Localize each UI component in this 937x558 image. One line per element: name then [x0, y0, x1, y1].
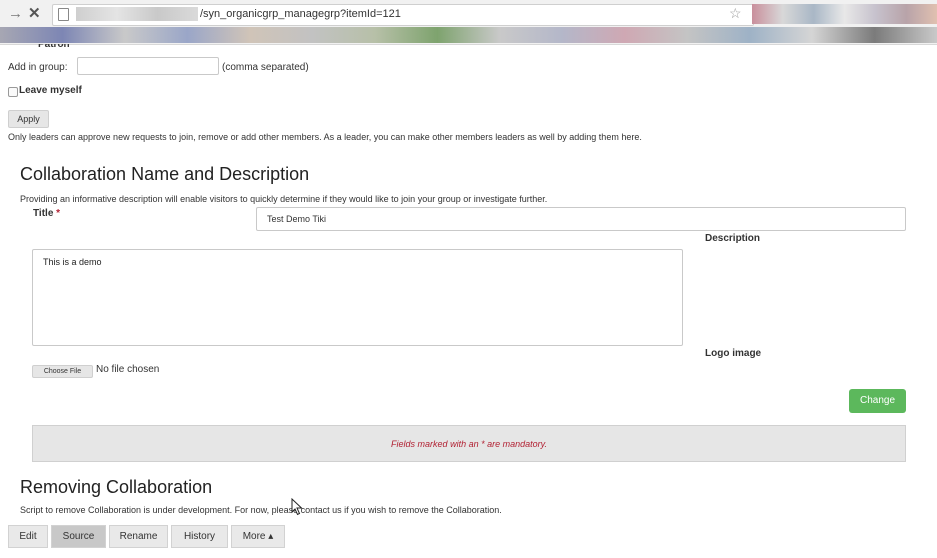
title-input[interactable]: Test Demo Tiki	[256, 207, 906, 231]
leave-myself-checkbox[interactable]	[8, 87, 18, 97]
back-arrow-icon[interactable]: →	[8, 6, 23, 22]
page-icon	[58, 8, 69, 21]
stop-icon[interactable]: ✕	[28, 6, 41, 22]
address-bar-url: /syn_organicgrp_managegrp?itemId=121	[200, 8, 401, 20]
choose-file-button[interactable]: Choose File	[32, 365, 93, 378]
apply-button[interactable]: Apply	[8, 110, 49, 128]
patron-label-cut: Patron	[38, 44, 70, 49]
collaboration-intro: Providing an informative description wil…	[20, 194, 548, 204]
bookmarks-bar-blur	[0, 27, 937, 43]
more-menu-button[interactable]: More ▴	[231, 525, 285, 548]
removing-note: Script to remove Collaboration is under …	[20, 505, 502, 515]
source-button[interactable]: Source	[51, 525, 106, 548]
description-label: Description	[705, 233, 761, 244]
required-mark: *	[56, 208, 61, 219]
url-blur-redaction	[76, 7, 198, 21]
logo-image-label: Logo image	[705, 348, 762, 359]
history-button[interactable]: History	[171, 525, 228, 548]
mouse-cursor-icon	[291, 498, 303, 516]
add-in-group-label: Add in group:	[8, 62, 68, 73]
add-in-group-input[interactable]	[77, 57, 219, 75]
mandatory-fields-note: Fields marked with an * are mandatory.	[32, 425, 906, 462]
extension-icons-blur	[752, 4, 937, 24]
change-button[interactable]: Change	[849, 389, 906, 413]
edit-button[interactable]: Edit	[8, 525, 48, 548]
bookmark-star-icon[interactable]: ☆	[729, 5, 742, 22]
collaboration-heading: Collaboration Name and Description	[20, 164, 310, 184]
leaders-note: Only leaders can approve new requests to…	[8, 132, 642, 142]
no-file-chosen-text: No file chosen	[96, 364, 160, 375]
comma-separated-hint: (comma separated)	[222, 62, 309, 73]
leave-myself-label: Leave myself	[19, 85, 82, 96]
description-textarea[interactable]: This is a demo	[32, 249, 683, 346]
rename-button[interactable]: Rename	[109, 525, 168, 548]
title-label: Title *	[33, 208, 60, 219]
removing-heading: Removing Collaboration	[20, 477, 213, 497]
title-label-text: Title	[33, 208, 54, 219]
